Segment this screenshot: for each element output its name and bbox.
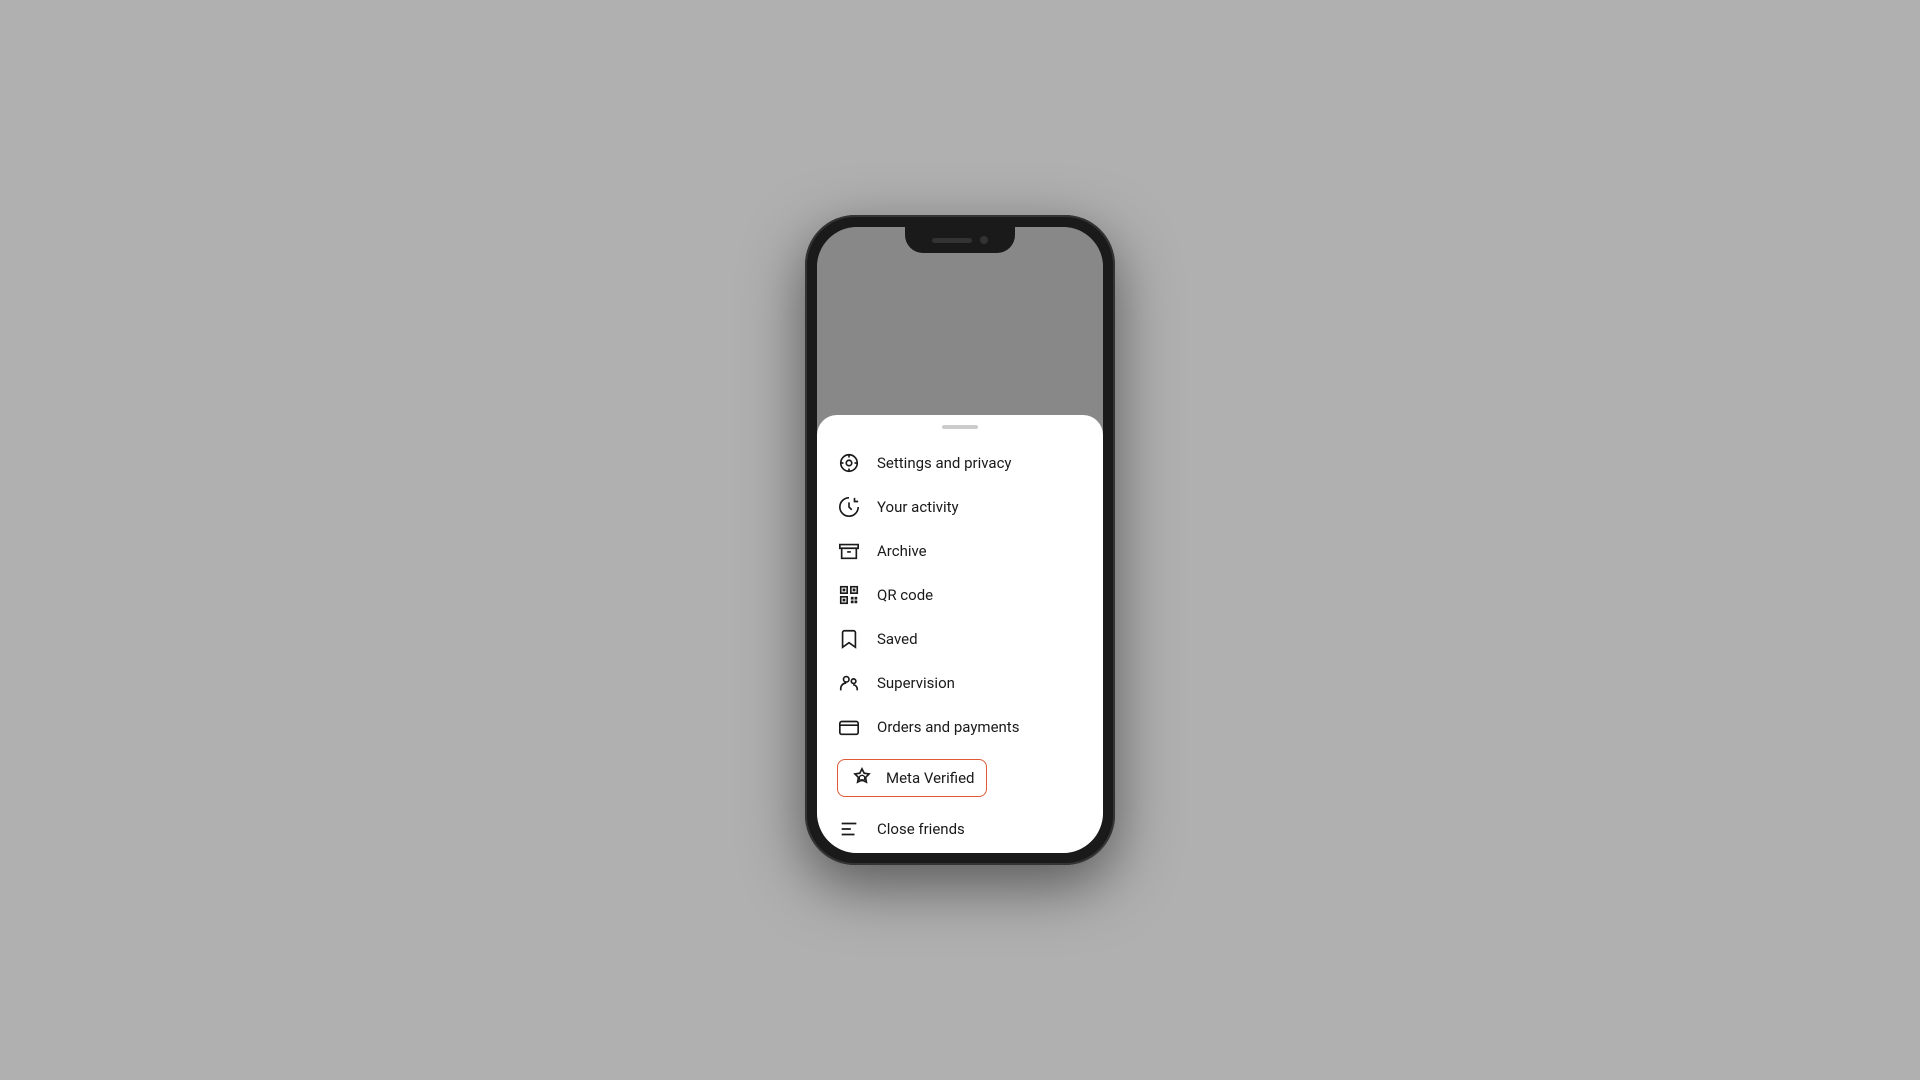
- meta-verified-icon: [850, 766, 874, 790]
- menu-item-orders-payments[interactable]: Orders and payments: [817, 705, 1103, 749]
- saved-icon: [837, 627, 861, 651]
- close-friends-icon: [837, 817, 861, 841]
- menu-item-your-activity[interactable]: Your activity: [817, 485, 1103, 529]
- your-activity-icon: [837, 495, 861, 519]
- menu-item-supervision[interactable]: Supervision: [817, 661, 1103, 705]
- menu-item-qr-code[interactable]: QR code: [817, 573, 1103, 617]
- saved-label: Saved: [877, 630, 918, 648]
- orders-payments-icon: [837, 715, 861, 739]
- settings-privacy-label: Settings and privacy: [877, 454, 1012, 472]
- menu-item-favourites[interactable]: Favourites: [817, 851, 1103, 853]
- phone-wrapper: Settings and privacy Your activity: [805, 215, 1115, 865]
- notch-speaker: [932, 238, 972, 243]
- supervision-label: Supervision: [877, 674, 955, 692]
- qr-code-icon: [837, 583, 861, 607]
- meta-verified-highlight: Meta Verified: [837, 759, 987, 797]
- bottom-sheet: Settings and privacy Your activity: [817, 415, 1103, 853]
- settings-privacy-icon: [837, 451, 861, 475]
- notch-camera: [980, 236, 988, 244]
- phone-screen: Settings and privacy Your activity: [817, 227, 1103, 853]
- menu-item-archive[interactable]: Archive: [817, 529, 1103, 573]
- supervision-icon: [837, 671, 861, 695]
- phone-notch: [905, 227, 1015, 253]
- menu-item-saved[interactable]: Saved: [817, 617, 1103, 661]
- orders-payments-label: Orders and payments: [877, 718, 1019, 736]
- archive-label: Archive: [877, 542, 927, 560]
- menu-item-meta-verified[interactable]: Meta Verified: [817, 749, 1103, 807]
- meta-verified-label: Meta Verified: [886, 769, 974, 787]
- qr-code-label: QR code: [877, 586, 933, 604]
- archive-icon: [837, 539, 861, 563]
- menu-item-close-friends[interactable]: Close friends: [817, 807, 1103, 851]
- phone-frame: Settings and privacy Your activity: [805, 215, 1115, 865]
- sheet-handle: [942, 425, 978, 429]
- close-friends-label: Close friends: [877, 820, 965, 838]
- menu-item-settings-privacy[interactable]: Settings and privacy: [817, 441, 1103, 485]
- your-activity-label: Your activity: [877, 498, 959, 516]
